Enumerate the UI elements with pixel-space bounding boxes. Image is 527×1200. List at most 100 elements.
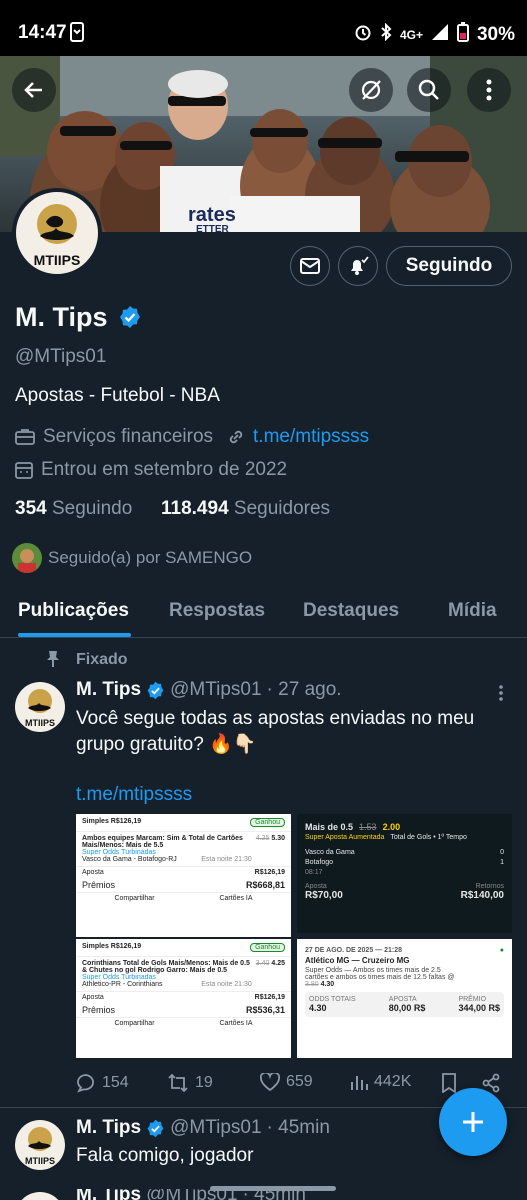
active-tab-indicator (18, 633, 131, 637)
bet1-cards: Cartões IA (219, 895, 253, 902)
bell-check-icon (351, 256, 369, 275)
bet3-team2: Botafogo (305, 859, 334, 866)
following-count: 354 (15, 498, 47, 519)
message-button[interactable] (290, 246, 330, 286)
more-options-button[interactable] (467, 68, 511, 112)
tweet-author-handle[interactable]: @MTips01 (170, 679, 261, 701)
reply-count: 154 (102, 1074, 129, 1091)
search-icon (418, 79, 439, 100)
bet3-title: Mais de 0.5 (305, 822, 354, 832)
tweet2-author-handle[interactable]: @MTips01 (170, 1117, 261, 1139)
profile-tabs: Publicações Respostas Destaques Mídia (0, 582, 527, 638)
bet3-market: Total de Gols • 1º Tempo (390, 834, 467, 841)
tweet-header: M. Tips @MTips01 · 27 ago. (76, 679, 342, 701)
bet3-score1: 0 (500, 849, 504, 856)
tab-respostas[interactable]: Respostas (169, 600, 265, 622)
profile-name: M. Tips (15, 302, 142, 333)
bet1-odd-old: 4.25 (255, 835, 270, 842)
tweet-avatar[interactable]: MTIIPS (15, 682, 65, 732)
bet4-date: 27 DE AGO. DE 2025 — 21:28 (305, 947, 403, 954)
bet1-title: Ambos equipes Marcam: Sim & Total de Car… (82, 835, 243, 849)
bet3-clock: 08:17 (305, 869, 323, 876)
tab-publicacoes[interactable]: Publicações (18, 600, 129, 622)
followers-stat[interactable]: 118.494 Seguidores (161, 498, 330, 520)
tweet-more-button[interactable] (498, 684, 504, 707)
bet2-stake: R$126,19 (254, 994, 285, 1001)
notifications-button[interactable] (338, 246, 378, 286)
bet4-col2: 80,00 R$ (388, 1003, 426, 1013)
reply-icon (77, 1074, 94, 1093)
compose-button[interactable] (439, 1088, 507, 1156)
search-button[interactable] (407, 68, 451, 112)
bet-slip-image-1[interactable]: Simples R$126,19 Ganhou Ambos equipes Ma… (76, 814, 291, 937)
retweet-button[interactable]: 19 (167, 1073, 213, 1093)
verified-badge-icon (147, 1119, 164, 1137)
profile-name-text: M. Tips (15, 302, 108, 332)
bet-slip-image-2[interactable]: Simples R$126,19 Ganhou Corinthians Tota… (76, 939, 291, 1058)
bet3-odd-old: 1.53 (359, 822, 377, 832)
heart-icon (260, 1073, 280, 1091)
bet2-odd: 4.25 (271, 960, 285, 967)
views-count: 442K (374, 1073, 412, 1090)
bet3-odd: 2.00 (382, 822, 401, 832)
tweet-link[interactable]: t.me/mtipssss (76, 782, 192, 808)
bet2-cards: Cartões IA (219, 1020, 253, 1027)
bet1-badge: Ganhou (250, 818, 285, 827)
bookmark-icon (442, 1073, 456, 1094)
bet3-stake: R$70,00 (305, 890, 343, 901)
bet3-return-label: Retornos (475, 883, 504, 890)
profile-joined: Entrou em setembro de 2022 (41, 459, 288, 480)
back-arrow-icon (24, 82, 42, 98)
tweet3-avatar[interactable] (15, 1192, 65, 1200)
retweet-count: 19 (195, 1074, 213, 1091)
battery-level: 30% (476, 24, 515, 45)
grok-button[interactable] (349, 68, 393, 112)
back-button[interactable] (12, 68, 56, 112)
tab-destaques[interactable]: Destaques (303, 600, 399, 622)
bet2-header: Simples R$126,19 (82, 943, 142, 950)
like-button[interactable]: 659 (260, 1073, 313, 1091)
follower-avatar (12, 543, 42, 573)
phone-call-icon (68, 22, 86, 48)
avatar-text: MTIIPS (33, 252, 81, 268)
bet2-badge: Ganhou (250, 943, 285, 952)
bet4-match: Atlético MG — Cruzeiro MG (305, 956, 410, 965)
tweet-text: Você segue todas as apostas enviadas no … (76, 706, 516, 758)
tweet2-author-name[interactable]: M. Tips (76, 1117, 141, 1139)
link-icon (229, 430, 243, 444)
bet1-header: Simples R$126,19 (82, 818, 142, 825)
bet1-prize: R$668,81 (245, 880, 285, 890)
mail-icon (300, 258, 320, 274)
grok-icon (361, 80, 381, 100)
followed-by[interactable]: Seguido(a) por SAMENGO (48, 548, 252, 568)
bet4-odd-old: 3.80 (305, 981, 319, 988)
tweet-text-line1: Você segue todas as apostas enviadas no … (76, 708, 475, 729)
tweet2-avatar[interactable]: MTIIPS (15, 1120, 65, 1170)
followers-label: Seguidores (233, 498, 331, 519)
bet4-col2-label: APOSTA (388, 996, 417, 1003)
reply-button[interactable]: 154 (76, 1073, 129, 1093)
tab-midia[interactable]: Mídia (448, 600, 497, 622)
more-vertical-icon (499, 685, 503, 701)
views-button[interactable]: 442K (350, 1073, 411, 1091)
tweet3-author-name[interactable]: M. Tips (76, 1189, 141, 1200)
followers-count: 118.494 (161, 498, 229, 519)
bet-slip-image-3[interactable]: Mais de 0.5 1.53 2.00 Super Aposta Aumen… (297, 814, 512, 933)
tweet-author-name[interactable]: M. Tips (76, 679, 141, 701)
plus-icon (463, 1112, 483, 1132)
profile-category: Serviços financeiros (43, 426, 214, 447)
profile-meta-row: Serviços financeiros t.me/mtipssss (15, 426, 369, 448)
bet4-col1: 4.30 (309, 1003, 327, 1013)
following-stat[interactable]: 354 Seguindo (15, 498, 132, 520)
briefcase-icon (15, 429, 35, 445)
bet-slip-image-4[interactable]: 27 DE AGO. DE 2025 — 21:28 ● Atlético MG … (297, 939, 512, 1058)
bet3-return: R$140,00 (460, 890, 504, 901)
profile-joined-row: Entrou em setembro de 2022 (15, 459, 287, 481)
tweet-text-line2: grupo gratuito? 🔥👇🏻 (76, 734, 257, 755)
bet2-odd-old: 3.40 (255, 960, 270, 967)
following-button[interactable]: Seguindo (386, 246, 512, 286)
profile-link[interactable]: t.me/mtipssss (253, 426, 369, 448)
bet4-odd: 4.30 (320, 981, 335, 988)
bet2-when: Esta noite 21:30 (201, 981, 252, 988)
profile-avatar[interactable]: MTIIPS (12, 188, 102, 278)
